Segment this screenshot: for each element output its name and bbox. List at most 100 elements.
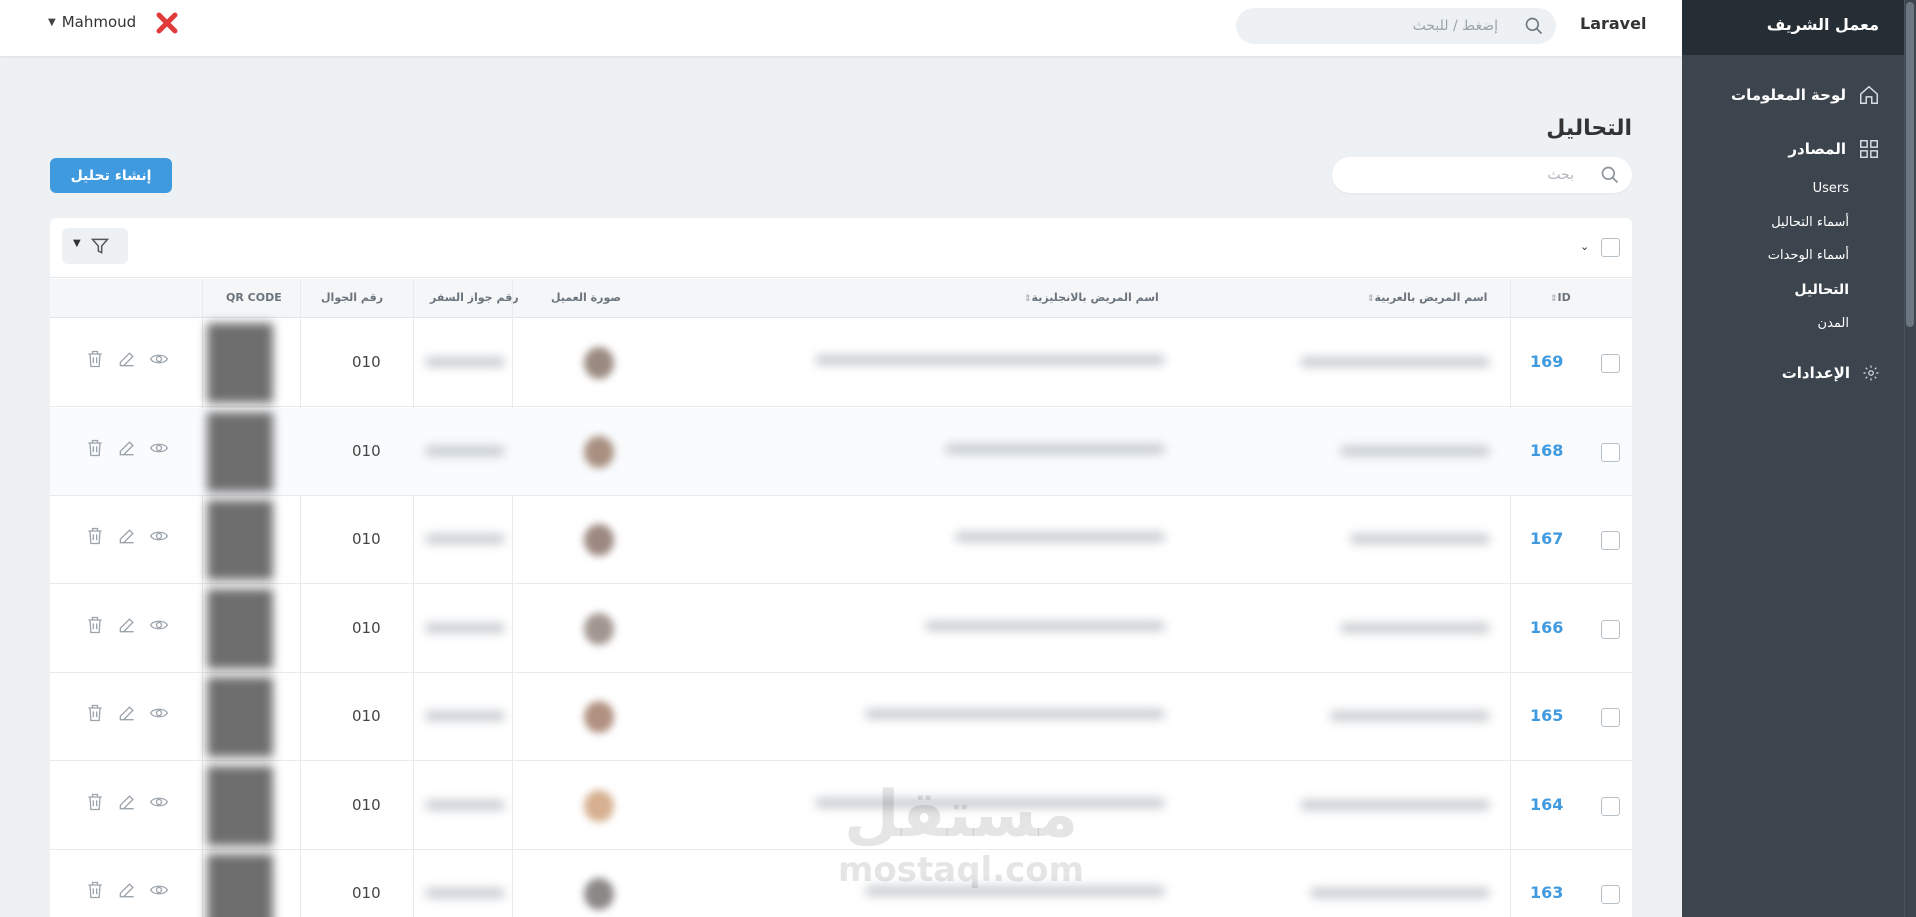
eye-icon[interactable] <box>149 880 169 900</box>
row-checkbox[interactable] <box>1601 885 1620 904</box>
row-id-link[interactable]: 167 <box>1530 529 1563 548</box>
trash-icon[interactable] <box>85 615 105 635</box>
sidebar-item-users[interactable]: Users <box>1813 181 1849 196</box>
row-actions <box>85 880 169 900</box>
brand-bar: معمل الشريف <box>1682 0 1916 55</box>
phone-value: 010 <box>352 530 381 548</box>
row-checkbox[interactable] <box>1601 531 1620 550</box>
trash-icon[interactable] <box>85 792 105 812</box>
trash-icon[interactable] <box>85 703 105 723</box>
row-checkbox[interactable] <box>1601 708 1620 727</box>
create-test-button[interactable]: إنشاء تحليل <box>50 158 172 193</box>
row-id-link[interactable]: 164 <box>1530 795 1563 814</box>
table-row[interactable]: 166 010 <box>50 585 1632 673</box>
column-header-id[interactable]: ⇕ID <box>1544 291 1571 304</box>
row-actions <box>85 703 169 723</box>
redacted-arabic-name <box>1330 711 1490 721</box>
redacted-english-name <box>945 443 1165 454</box>
sidebar-item-label: المصادر <box>1788 140 1846 158</box>
global-search-input[interactable]: إضغط / للبحث <box>1236 8 1556 44</box>
sidebar-item-test-names[interactable]: أسماء التحاليل <box>1771 215 1849 230</box>
eye-icon[interactable] <box>149 349 169 369</box>
column-header-client-photo: صورة العميل <box>551 291 621 304</box>
edit-icon[interactable] <box>117 880 137 900</box>
user-menu[interactable]: ▼ Mahmoud <box>48 13 136 31</box>
watermark-latin: mostaql.com <box>838 850 1085 890</box>
page-title: التحاليل <box>1546 116 1632 141</box>
edit-icon[interactable] <box>117 438 137 458</box>
row-id-link[interactable]: 165 <box>1530 706 1563 725</box>
table-search-input[interactable]: بحث <box>1332 157 1632 193</box>
brand-name[interactable]: معمل الشريف <box>1767 15 1879 34</box>
qr-code-image <box>207 411 273 492</box>
table-row[interactable]: 165 010 <box>50 673 1632 761</box>
table-row[interactable]: 169 010 <box>50 319 1632 407</box>
row-checkbox[interactable] <box>1601 442 1620 462</box>
redacted-arabic-name <box>1340 445 1490 456</box>
scrollbar-thumb[interactable] <box>1906 2 1914 327</box>
eye-icon[interactable] <box>149 615 169 635</box>
scrollbar[interactable] <box>1904 0 1916 917</box>
eye-icon[interactable] <box>149 526 169 546</box>
table-header: ⇕ID ⇕اسم المريض بالعربية ⇕اسم المريض بال… <box>50 279 1632 318</box>
sidebar-item-settings[interactable]: الإعدادات <box>1782 364 1880 382</box>
filter-button[interactable]: ▼ <box>62 228 128 264</box>
redacted-passport <box>425 888 505 898</box>
row-checkbox[interactable] <box>1601 796 1620 816</box>
search-icon <box>1525 17 1543 35</box>
redacted-arabic-name <box>1300 357 1490 367</box>
edit-icon[interactable] <box>117 703 137 723</box>
top-bar: ▼ Mahmoud إضغط / للبحث Laravel <box>0 0 1682 56</box>
chevron-down-icon: ▼ <box>48 16 56 28</box>
row-checkbox[interactable] <box>1601 354 1620 373</box>
sidebar-item-tests[interactable]: التحاليل <box>1794 282 1849 298</box>
sidebar-item-cities[interactable]: المدن <box>1818 316 1849 331</box>
table-toolbar: ▼ ⌄ <box>50 218 1632 278</box>
column-header-english-name[interactable]: ⇕اسم المريض بالانجليزية <box>1018 291 1159 304</box>
phone-value: 010 <box>352 707 381 725</box>
edit-icon[interactable] <box>117 615 137 635</box>
row-actions <box>85 349 169 369</box>
eye-icon[interactable] <box>149 703 169 723</box>
redacted-arabic-name <box>1350 534 1490 544</box>
eye-icon[interactable] <box>149 792 169 812</box>
phone-value: 010 <box>352 884 381 902</box>
trash-icon[interactable] <box>85 526 105 546</box>
sidebar-item-dashboard[interactable]: لوحة المعلومات <box>1731 84 1880 106</box>
qr-code-image <box>207 323 273 403</box>
sidebar-item-unit-names[interactable]: أسماء الوحدات <box>1768 248 1849 263</box>
eye-icon[interactable] <box>149 438 169 458</box>
table-row[interactable]: 167 010 <box>50 496 1632 584</box>
row-checkbox[interactable] <box>1601 619 1620 639</box>
sort-icon: ⇕ <box>1550 294 1558 304</box>
qr-code-image <box>207 765 273 846</box>
row-id-link[interactable]: 169 <box>1530 352 1563 371</box>
client-photo <box>584 878 614 910</box>
row-id-link[interactable]: 166 <box>1530 618 1563 637</box>
redacted-english-name <box>955 532 1165 542</box>
table-row[interactable]: 168 010 <box>50 407 1632 496</box>
client-photo <box>584 612 614 645</box>
redacted-arabic-name <box>1300 799 1490 810</box>
trash-icon[interactable] <box>85 880 105 900</box>
select-all-checkbox[interactable] <box>1601 238 1620 257</box>
sidebar-item-label: الإعدادات <box>1781 364 1850 382</box>
edit-icon[interactable] <box>117 349 137 369</box>
row-id-link[interactable]: 168 <box>1530 441 1563 460</box>
chevron-down-icon: ▼ <box>73 238 81 249</box>
column-header-arabic-name[interactable]: ⇕اسم المريض بالعربية <box>1361 291 1487 304</box>
column-header-phone: رقم الجوال <box>321 291 384 304</box>
trash-icon[interactable] <box>85 438 105 458</box>
select-menu-chevron-icon[interactable]: ⌄ <box>1580 240 1589 253</box>
phone-value: 010 <box>352 795 381 814</box>
redacted-passport <box>425 445 505 456</box>
row-id-link[interactable]: 163 <box>1530 883 1563 902</box>
phone-value: 010 <box>352 618 381 637</box>
edit-icon[interactable] <box>117 526 137 546</box>
filter-icon <box>90 238 110 254</box>
edit-icon[interactable] <box>117 792 137 812</box>
sidebar-item-resources[interactable]: المصادر <box>1788 138 1880 160</box>
app-name[interactable]: Laravel <box>1580 14 1646 33</box>
trash-icon[interactable] <box>85 349 105 369</box>
phone-value: 010 <box>352 441 381 460</box>
